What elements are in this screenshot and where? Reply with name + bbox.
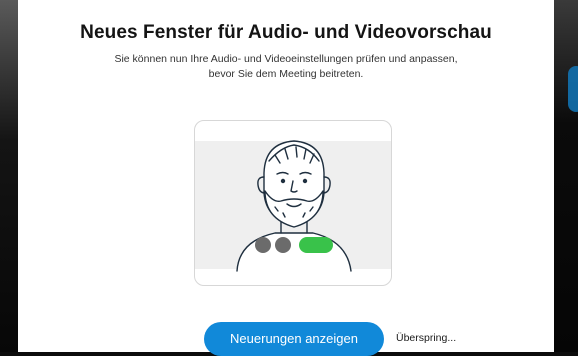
background-window-left — [0, 0, 18, 352]
preview-card — [194, 120, 392, 286]
mic-toggle-icon — [255, 237, 271, 253]
background-accent — [568, 66, 578, 112]
dialog-title: Neues Fenster für Audio- und Videovorsch… — [80, 22, 492, 43]
dialog-subtitle: Sie können nun Ihre Audio- und Videoeins… — [114, 53, 458, 80]
skip-link[interactable]: Überspring... — [396, 332, 456, 344]
show-whats-new-button[interactable]: Neuerungen anzeigen — [204, 322, 384, 356]
background-window-right — [554, 0, 578, 352]
camera-toggle-icon — [275, 237, 291, 253]
preview-dialog: Neues Fenster für Audio- und Videovorsch… — [18, 0, 554, 356]
join-call-icon — [299, 237, 333, 253]
avatar-illustration — [236, 140, 352, 272]
